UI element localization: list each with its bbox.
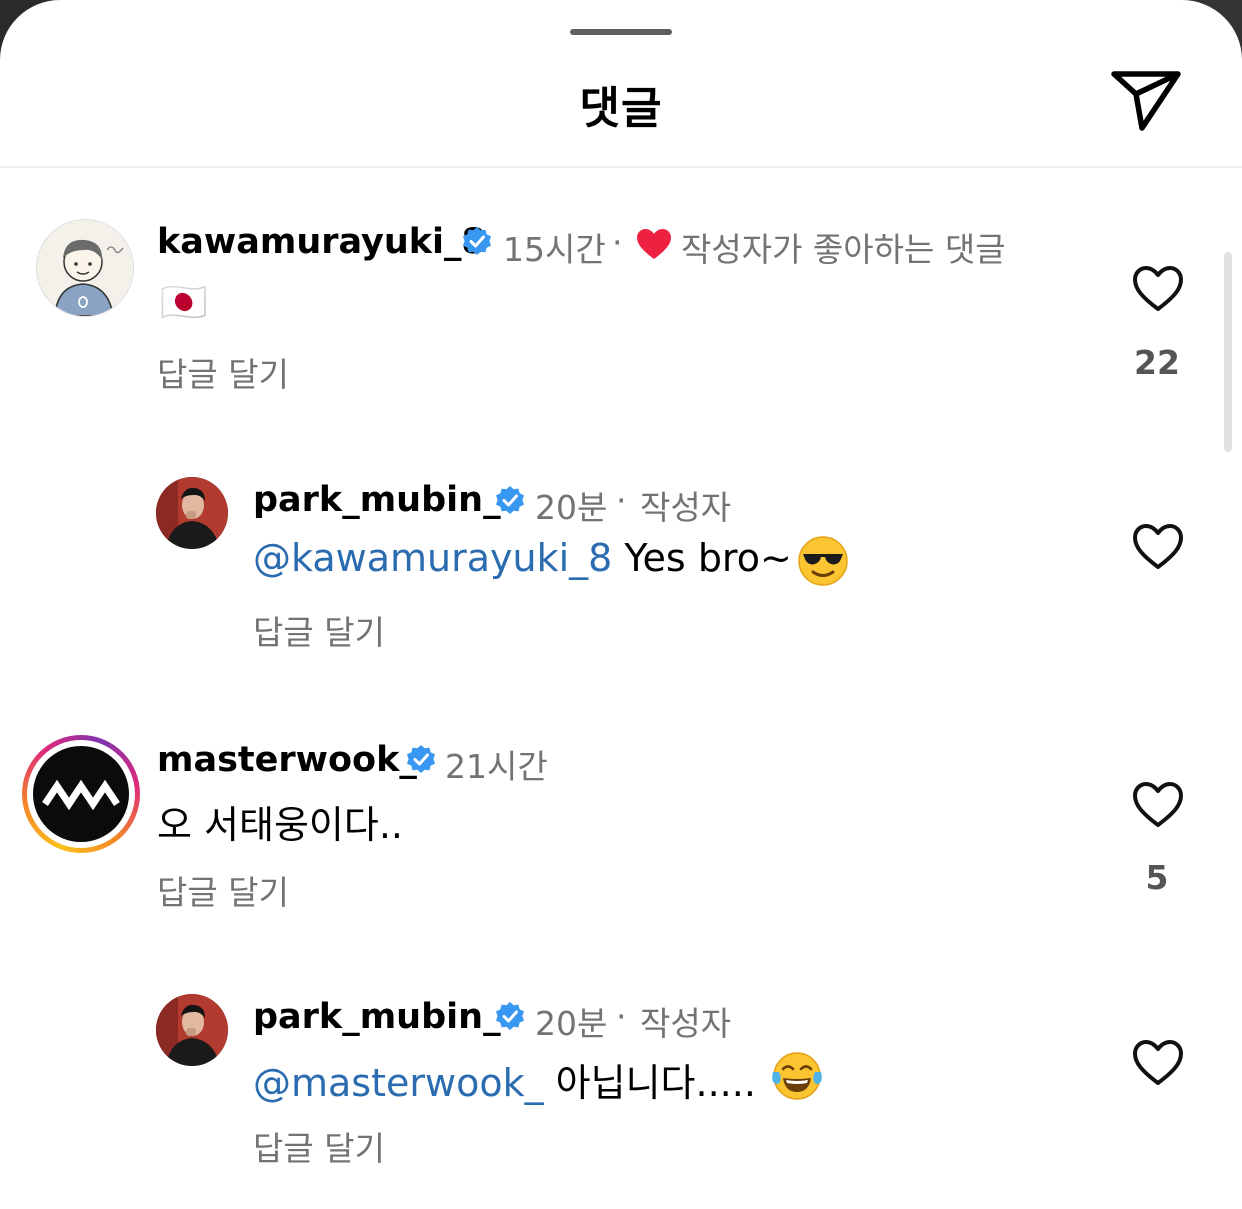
comment-time: 20분 <box>535 1004 608 1043</box>
verified-badge-icon <box>496 486 524 514</box>
like-heart-icon[interactable] <box>1132 781 1184 829</box>
drag-handle[interactable] <box>570 29 672 35</box>
like-count: 22 <box>1134 343 1180 382</box>
avatar-illustration <box>37 220 133 316</box>
avatar[interactable] <box>156 994 228 1066</box>
reply-button[interactable]: 답글 달기 <box>253 606 385 654</box>
like-heart-icon[interactable] <box>1132 523 1184 571</box>
meta-separator: · <box>612 223 623 262</box>
mw-logo-icon <box>42 779 120 811</box>
liked-by-author-heart-icon <box>637 229 671 259</box>
paper-plane-icon[interactable] <box>1110 68 1182 134</box>
mention-link[interactable]: @masterwook_ <box>253 1061 544 1105</box>
username[interactable]: kawamurayuki_8 <box>157 222 486 262</box>
tears-of-joy-emoji-icon <box>772 1052 822 1100</box>
comment-text: @kawamurayuki_8 Yes bro~ <box>253 536 792 580</box>
meta-separator: · <box>616 481 627 520</box>
comment-text: 🇯🇵 <box>160 280 208 324</box>
verified-badge-icon <box>463 227 491 255</box>
verified-badge-icon <box>496 1002 524 1030</box>
reply-button[interactable]: 답글 달기 <box>157 866 289 914</box>
author-badge: 작성자 <box>640 1004 732 1043</box>
avatar-story-ring[interactable] <box>22 735 140 853</box>
mention-link[interactable]: @kawamurayuki_8 <box>253 536 612 580</box>
username[interactable]: park_mubin_ <box>253 480 501 520</box>
author-badge: 작성자 <box>640 488 732 527</box>
liked-by-author-label: 작성자가 좋아하는 댓글 <box>681 230 1006 269</box>
username[interactable]: park_mubin_ <box>253 997 501 1037</box>
avatar-photo <box>156 477 228 549</box>
avatar[interactable] <box>156 477 228 549</box>
comment-time: 15시간 <box>503 230 606 269</box>
comments-sheet: 댓글 kawamurayuki_8 15시간 · 작성자가 좋아하는 댓글 🇯🇵… <box>0 0 1242 1209</box>
reply-button[interactable]: 답글 달기 <box>253 1122 385 1170</box>
like-heart-icon[interactable] <box>1132 265 1184 313</box>
reply-button[interactable]: 답글 달기 <box>157 348 289 396</box>
avatar-photo <box>156 994 228 1066</box>
sunglasses-emoji-icon <box>798 536 848 586</box>
sheet-title: 댓글 <box>579 83 663 134</box>
comment-text: @masterwook_ 아닙니다..... <box>253 1052 756 1107</box>
username[interactable]: masterwook_ <box>157 740 417 780</box>
avatar <box>33 746 129 842</box>
meta-separator: · <box>616 997 627 1036</box>
like-heart-icon[interactable] <box>1132 1039 1184 1087</box>
comment-text: 오 서태웅이다.. <box>157 803 403 847</box>
comment-time: 20분 <box>535 488 608 527</box>
header-divider <box>0 166 1242 168</box>
avatar[interactable] <box>36 219 134 317</box>
comment-time: 21시간 <box>445 747 548 786</box>
verified-badge-icon <box>407 745 435 773</box>
like-count: 5 <box>1145 858 1169 897</box>
comment-body-text: 아닙니다..... <box>543 1061 756 1105</box>
scrollbar[interactable] <box>1224 252 1232 452</box>
comment-body-text: Yes bro~ <box>612 536 792 580</box>
